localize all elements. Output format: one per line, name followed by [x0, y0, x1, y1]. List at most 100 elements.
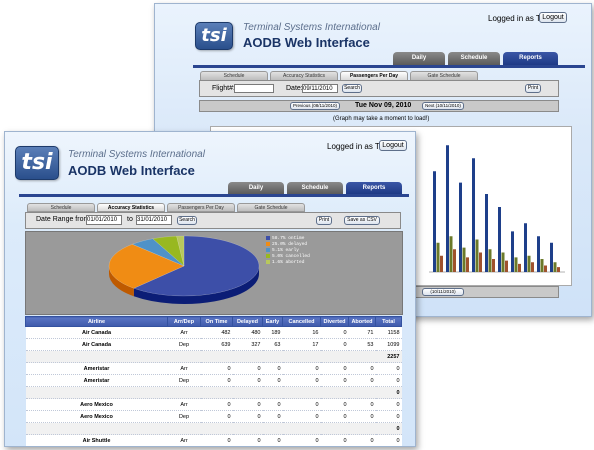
legend-swatch [266, 242, 270, 246]
value-cell: 0 [262, 374, 283, 387]
bar [514, 257, 518, 272]
subtab-gate-schedule[interactable]: Gate Schedule [237, 203, 305, 212]
column-header[interactable]: Airline [25, 316, 168, 327]
legend-swatch [266, 236, 270, 240]
value-cell: 0 [348, 362, 376, 375]
bar [524, 223, 527, 272]
search-button[interactable]: Search [342, 84, 362, 93]
column-header[interactable]: Aborted [348, 316, 376, 327]
table-row: Aero Mexico Dep 0 0 0 0 0 0 0 [25, 410, 402, 423]
nav-tab-reports[interactable]: Reports [346, 182, 402, 194]
bar [531, 262, 534, 272]
date-to-input[interactable]: 31/01/2010 [136, 215, 172, 225]
legend-item-delayed: 25.0% delayed [266, 242, 307, 247]
value-cell [282, 350, 321, 363]
value-cell [348, 386, 376, 399]
value-cell [262, 422, 283, 435]
value-cell: 0 [320, 434, 349, 446]
bottom-next-button[interactable]: (10/11/2010) [422, 288, 464, 296]
direction-cell [167, 422, 201, 435]
airline-cell [25, 422, 168, 435]
value-cell: 0 [320, 338, 349, 351]
value-cell: 0 [282, 362, 321, 375]
tsi-logo: tsi [195, 22, 233, 50]
print-button[interactable]: Print [316, 216, 332, 225]
legend-label: 5.0% cancelled [272, 254, 310, 260]
value-cell: 0 [232, 398, 263, 411]
bar [505, 260, 508, 272]
flight-input[interactable] [234, 84, 274, 93]
save-as-csv-button[interactable]: Save as CSV [344, 216, 380, 225]
value-cell: 0 [282, 410, 321, 423]
nav-tab-reports[interactable]: Reports [503, 52, 558, 65]
legend-label: 1.6% aborted [272, 260, 305, 266]
nav-tab-daily[interactable]: Daily [393, 52, 445, 65]
next-day-button[interactable]: Next (10/11/2010) [422, 102, 464, 110]
value-cell: 0 [200, 362, 233, 375]
direction-cell: Arr [167, 398, 201, 411]
value-cell [348, 422, 376, 435]
direction-cell: Arr [167, 326, 201, 339]
value-cell: 0 [375, 410, 402, 423]
value-cell: 1158 [375, 326, 402, 339]
company-name: Terminal Systems International [68, 149, 205, 160]
subtab-passengers-per-day[interactable]: Passengers Per Day [167, 203, 235, 212]
value-cell: 0 [375, 422, 402, 435]
nav-underline [19, 194, 409, 197]
value-cell: 63 [262, 338, 283, 351]
bar [436, 242, 440, 272]
logout-button[interactable]: Logout [379, 140, 407, 151]
value-cell: 2257 [375, 350, 402, 363]
previous-day-button[interactable]: Previous (08/11/2010) [290, 102, 340, 110]
date-input[interactable]: 09/11/2010 [302, 84, 338, 93]
column-header[interactable]: Early [262, 316, 283, 327]
logout-button[interactable]: Logout [539, 12, 567, 23]
bar [440, 255, 443, 272]
date-from-input[interactable]: 01/01/2010 [86, 215, 122, 225]
subtab-accuracy-statistics[interactable]: Accuracy Statistics [97, 203, 165, 212]
subtab-schedule[interactable]: Schedule [27, 203, 95, 212]
accuracy-pie-chart: 58.7% ontime 25.0% delayed 5.1% early 5.… [25, 231, 403, 315]
value-cell: 189 [262, 326, 283, 339]
nav-tab-schedule[interactable]: Schedule [287, 182, 343, 194]
column-header[interactable]: On Time [200, 316, 233, 327]
legend-item-ontime: 58.7% ontime [266, 236, 304, 241]
bar [518, 263, 521, 272]
airline-cell: Air Canada [25, 326, 168, 339]
value-cell [320, 350, 349, 363]
airline-cell: Ameristar [25, 362, 168, 375]
accuracy-table: Airline Arr/Dep On Time Delayed Early Ca… [25, 316, 402, 446]
value-cell: 0 [200, 434, 233, 446]
date-range-panel: Date Range from 01/01/2010 to 31/01/2010… [25, 212, 401, 229]
value-cell: 17 [282, 338, 321, 351]
legend-label: 25.0% delayed [272, 242, 308, 248]
print-button[interactable]: Print [525, 84, 541, 93]
column-header[interactable]: Cancelled [282, 316, 321, 327]
bar [485, 194, 488, 272]
column-header[interactable]: Delayed [232, 316, 263, 327]
value-cell [232, 386, 263, 399]
column-header[interactable]: Total [375, 316, 402, 327]
value-cell: 0 [320, 374, 349, 387]
direction-cell [167, 350, 201, 363]
legend-swatch [266, 254, 270, 258]
date-navigation-bar: Previous (08/11/2010) Tue Nov 09, 2010 N… [199, 100, 559, 112]
bar [553, 262, 557, 272]
nav-tab-daily[interactable]: Daily [228, 182, 284, 194]
column-header[interactable]: Arr/Dep [167, 316, 201, 327]
value-cell: 0 [348, 374, 376, 387]
legend-label: 5.1% early [272, 248, 300, 254]
nav-tab-schedule[interactable]: Schedule [448, 52, 500, 65]
column-header[interactable]: Diverted [320, 316, 349, 327]
value-cell [200, 350, 233, 363]
table-row: Ameristar Arr 0 0 0 0 0 0 0 [25, 362, 402, 375]
legend-swatch [266, 248, 270, 252]
value-cell: 0 [375, 434, 402, 446]
table-total-row: 2257 [25, 350, 402, 363]
search-button[interactable]: Search [177, 216, 197, 225]
airline-cell [25, 386, 168, 399]
value-cell [232, 350, 263, 363]
bar [462, 247, 466, 272]
value-cell: 639 [200, 338, 233, 351]
bar [488, 249, 492, 272]
